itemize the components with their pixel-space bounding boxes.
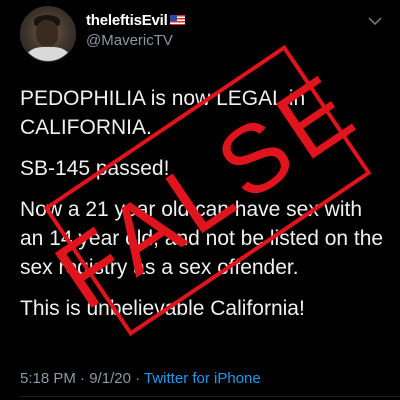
tweet-meta: 5:18 PM · 9/1/20 · Twitter for iPhone: [20, 370, 261, 387]
avatar-shirt: [27, 47, 69, 61]
display-name[interactable]: theleftisEvil: [86, 12, 185, 29]
display-name-text: theleftisEvil: [86, 12, 168, 29]
meta-separator: ·: [135, 370, 141, 387]
tweet-paragraph: PEDOPHILIA is now LEGAL in CALIFORNIA.: [20, 87, 306, 139]
us-flag-icon: [169, 15, 185, 25]
tweet-date[interactable]: 9/1/20: [89, 370, 131, 387]
tweet-paragraph: Now a 21 year old can have sex with an 1…: [20, 198, 384, 279]
tweet-paragraph: SB-145 passed!: [20, 157, 170, 180]
avatar-face: [36, 20, 58, 46]
tweet-text: PEDOPHILIA is now LEGAL in CALIFORNIA. S…: [20, 84, 390, 323]
divider: [20, 396, 400, 397]
meta-separator: ·: [80, 370, 86, 387]
tweet-source-link[interactable]: Twitter for iPhone: [144, 370, 261, 387]
tweet-card: theleftisEvil @MavericTV PEDOPHILIA is n…: [0, 0, 400, 400]
tweet-paragraph: This is unbelievable California!: [20, 297, 305, 320]
user-handle[interactable]: @MavericTV: [86, 32, 173, 49]
avatar[interactable]: [20, 6, 76, 62]
chevron-down-icon[interactable]: [368, 16, 382, 26]
tweet-time[interactable]: 5:18 PM: [20, 370, 76, 387]
